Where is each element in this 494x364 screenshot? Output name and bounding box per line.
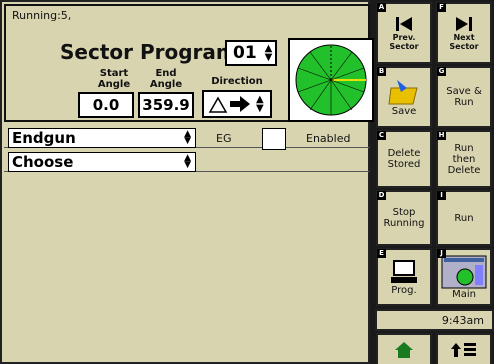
- sector-clock: [288, 38, 374, 122]
- next-sector-label: Next Sector: [449, 33, 479, 51]
- skip-forward-icon: [456, 17, 472, 31]
- main-button[interactable]: J Main: [436, 248, 492, 306]
- endgun-select-value: Endgun: [12, 129, 76, 147]
- program-number: 01: [233, 43, 257, 63]
- end-angle-label: End Angle: [146, 68, 186, 90]
- start-label-line1: Start: [99, 68, 129, 79]
- up-list-button[interactable]: [436, 333, 492, 364]
- eg-enabled-checkbox[interactable]: [262, 128, 286, 150]
- button-letter-h: H: [437, 131, 446, 140]
- stop-running-label: Stop Running: [383, 207, 425, 229]
- choose-select-value: Choose: [12, 153, 74, 171]
- save-folder-icon: [388, 79, 418, 104]
- enabled-label: Enabled: [306, 132, 351, 145]
- left-panel: Running:5, Sector Program: 01 ▲ ▼ Start A…: [0, 0, 374, 364]
- home-button[interactable]: [376, 333, 432, 364]
- button-letter-f: F: [437, 3, 446, 12]
- main-map-icon: [441, 255, 487, 288]
- status-text: Running:5,: [12, 9, 72, 22]
- run-then-delete-label: Run then Delete: [447, 142, 481, 176]
- prog-button[interactable]: E Prog.: [376, 248, 432, 306]
- direction-label: Direction: [211, 76, 263, 87]
- spinner-arrows-icon[interactable]: ▲ ▼: [265, 44, 273, 63]
- end-label-line1: End: [155, 68, 177, 79]
- prev-sector-button[interactable]: A Prev. Sector: [376, 2, 432, 64]
- button-letter-j: J: [437, 249, 446, 258]
- end-angle-input[interactable]: 359.9: [138, 92, 194, 118]
- button-letter-d: D: [377, 191, 386, 200]
- button-letter-g: G: [437, 67, 446, 76]
- stop-running-button[interactable]: D Stop Running: [376, 190, 432, 246]
- start-label-line2: Angle: [97, 79, 131, 90]
- prev-sector-label: Prev. Sector: [389, 33, 419, 51]
- eg-label: EG: [216, 132, 232, 145]
- start-angle-input[interactable]: 0.0: [78, 92, 134, 118]
- program-number-selector[interactable]: 01 ▲ ▼: [225, 40, 277, 66]
- main-label: Main: [452, 288, 476, 300]
- button-letter-b: B: [377, 67, 386, 76]
- endgun-select[interactable]: Endgun ▲ ▼: [8, 128, 196, 148]
- computer-icon: [391, 259, 417, 283]
- button-letter-a: A: [377, 3, 386, 12]
- run-then-delete-button[interactable]: H Run then Delete: [436, 130, 492, 188]
- sector-dial-icon: [295, 44, 367, 116]
- start-angle-label: Start Angle: [94, 68, 134, 90]
- save-label: Save: [391, 105, 417, 117]
- clock-time: 9:43am: [375, 309, 494, 331]
- endgun-row: Endgun ▲ ▼ EG Enabled: [4, 126, 370, 150]
- sector-program-title: Sector Program:: [60, 40, 245, 64]
- choose-row: Choose ▲ ▼: [4, 150, 370, 172]
- save-button[interactable]: B Save: [376, 66, 432, 128]
- direction-selector[interactable]: ▲ ▼: [202, 90, 272, 118]
- home-icon: [395, 341, 413, 358]
- sector-header: Running:5, Sector Program: 01 ▲ ▼ Start A…: [4, 4, 374, 122]
- dropdown-arrows-icon: ▲ ▼: [184, 153, 191, 170]
- end-label-line2: Angle: [149, 79, 183, 90]
- save-and-run-button[interactable]: G Save & Run: [436, 66, 492, 128]
- button-letter-c: C: [377, 131, 386, 140]
- prog-label: Prog.: [391, 284, 417, 296]
- choose-select[interactable]: Choose ▲ ▼: [8, 152, 196, 172]
- dropdown-arrows-icon: ▲ ▼: [184, 129, 191, 146]
- button-letter-i: I: [437, 191, 446, 200]
- button-letter-e: E: [377, 249, 386, 258]
- save-and-run-label: Save & Run: [446, 86, 482, 108]
- app-window: Running:5, Sector Program: 01 ▲ ▼ Start A…: [0, 0, 494, 364]
- delete-stored-button[interactable]: C Delete Stored: [376, 130, 432, 188]
- next-sector-button[interactable]: F Next Sector: [436, 2, 492, 64]
- delete-stored-label: Delete Stored: [387, 148, 421, 170]
- run-button[interactable]: I Run: [436, 190, 492, 246]
- direction-spinner-icon[interactable]: ▲ ▼: [256, 95, 264, 114]
- skip-back-icon: [396, 17, 412, 31]
- up-list-icon: [451, 342, 476, 357]
- run-label: Run: [454, 212, 474, 224]
- direction-arrow-icon: [208, 96, 250, 113]
